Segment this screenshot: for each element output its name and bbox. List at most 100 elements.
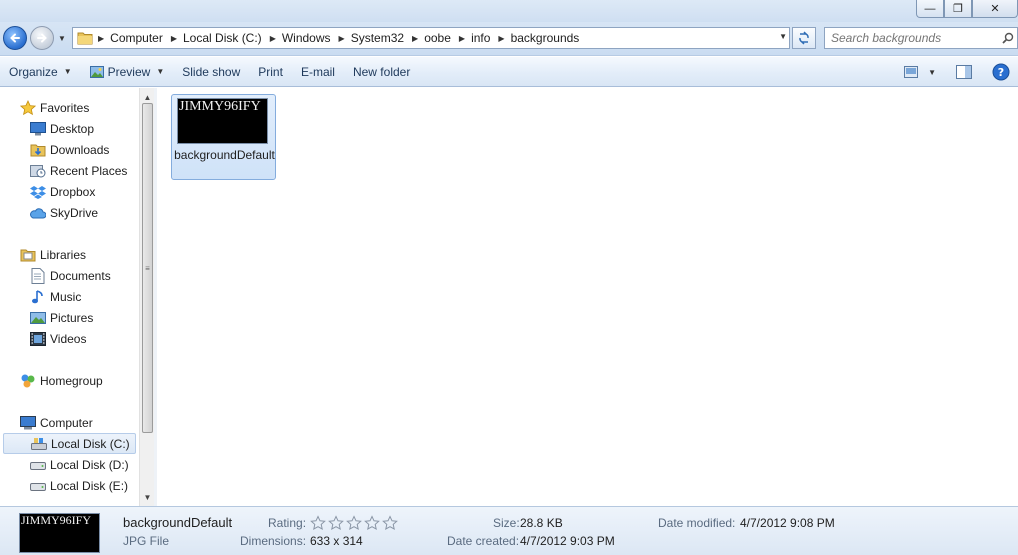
star-icon (20, 99, 36, 116)
view-options-dropdown[interactable]: ▼ (924, 60, 946, 84)
search-box[interactable] (824, 27, 1018, 49)
nav-recent-places[interactable]: Recent Places (30, 160, 127, 181)
dropbox-icon (30, 184, 46, 200)
nav-documents[interactable]: Documents (30, 265, 111, 286)
chevron-right-icon[interactable]: ▶ (498, 34, 504, 43)
breadcrumb-info[interactable]: info (467, 28, 494, 48)
nav-videos[interactable]: Videos (30, 328, 86, 349)
organize-button[interactable]: Organize ▼ (9, 60, 81, 84)
nav-computer-label: Computer (40, 415, 93, 430)
back-button[interactable] (3, 26, 27, 50)
scrollbar-thumb[interactable]: ≡ (142, 103, 153, 433)
libraries-icon (20, 247, 36, 263)
preview-button[interactable]: Preview ▼ (81, 60, 174, 84)
nav-desktop[interactable]: Desktop (30, 118, 94, 139)
breadcrumb-local-disk-c[interactable]: Local Disk (C:) (179, 28, 266, 48)
view-controls: ▼ ? (898, 57, 1018, 87)
star-outline-icon[interactable] (364, 515, 380, 531)
recent-places-icon (30, 163, 46, 179)
organize-label: Organize (9, 64, 58, 79)
nav-videos-label: Videos (50, 331, 87, 346)
chevron-right-icon[interactable]: ▶ (270, 34, 276, 43)
maximize-button[interactable]: ❐ (944, 0, 972, 18)
nav-local-disk-c[interactable]: Local Disk (C:) (3, 433, 136, 454)
breadcrumb-system32[interactable]: System32 (347, 28, 408, 48)
downloads-folder-icon (30, 142, 46, 158)
rating-stars[interactable] (310, 515, 398, 531)
breadcrumb-windows[interactable]: Windows (278, 28, 335, 48)
nav-dropbox[interactable]: Dropbox (30, 181, 95, 202)
nav-local-disk-d[interactable]: Local Disk (D:) (30, 454, 129, 475)
nav-homegroup[interactable]: Homegroup (20, 370, 103, 391)
nav-computer[interactable]: Computer (20, 412, 93, 433)
star-outline-icon[interactable] (328, 515, 344, 531)
search-input[interactable] (825, 29, 999, 47)
star-outline-icon[interactable] (310, 515, 326, 531)
desktop-icon (30, 121, 46, 137)
dimensions-value: 633 x 314 (310, 534, 363, 548)
chevron-right-icon[interactable]: ▶ (98, 34, 104, 43)
homegroup-icon (20, 373, 36, 389)
star-outline-icon[interactable] (382, 515, 398, 531)
file-item-background-default[interactable]: JIMMY96IFY backgroundDefault (171, 94, 276, 180)
rating-label: Rating: (268, 516, 307, 530)
minimize-button[interactable]: — (916, 0, 944, 18)
breadcrumb-computer[interactable]: Computer (106, 28, 167, 48)
chevron-right-icon[interactable]: ▶ (412, 34, 418, 43)
nav-local-disk-e[interactable]: Local Disk (E:) (30, 475, 128, 496)
nav-local-disk-d-label: Local Disk (D:) (50, 457, 129, 472)
svg-text:?: ? (998, 66, 1004, 79)
view-icon (904, 66, 919, 78)
refresh-button[interactable] (792, 27, 816, 49)
details-file-name: backgroundDefault (123, 515, 233, 530)
thumbnail-text: JIMMY96IFY (179, 99, 261, 114)
print-button[interactable]: Print (249, 60, 292, 84)
nav-documents-label: Documents (50, 268, 111, 283)
address-history-dropdown[interactable]: ▼ (779, 32, 787, 41)
chevron-down-icon: ▼ (63, 67, 72, 76)
recent-pages-dropdown[interactable]: ▼ (58, 34, 66, 43)
change-view-button[interactable] (898, 60, 924, 84)
nav-pictures-label: Pictures (50, 310, 94, 325)
chevron-right-icon[interactable]: ▶ (339, 34, 345, 43)
nav-downloads-label: Downloads (50, 142, 110, 157)
nav-libraries-label: Libraries (40, 247, 87, 262)
address-bar[interactable]: ▶ Computer ▶ Local Disk (C:) ▶ Windows ▶… (72, 27, 790, 49)
image-viewer-icon (89, 65, 104, 78)
nav-pictures[interactable]: Pictures (30, 307, 93, 328)
breadcrumb: ▶ Computer ▶ Local Disk (C:) ▶ Windows ▶… (94, 28, 583, 48)
slideshow-button[interactable]: Slide show (173, 60, 249, 84)
details-file-type: JPG File (123, 534, 170, 548)
nav-music[interactable]: Music (30, 286, 81, 307)
search-icon[interactable] (999, 32, 1017, 44)
details-thumbnail: JIMMY96IFY (19, 513, 100, 553)
nav-homegroup-label: Homegroup (40, 373, 103, 388)
new-folder-button[interactable]: New folder (344, 60, 419, 84)
details-pane: JIMMY96IFY backgroundDefault JPG File Ra… (0, 506, 1018, 555)
hard-drive-icon (30, 478, 46, 494)
nav-favorites[interactable]: Favorites (20, 97, 89, 118)
music-note-icon (30, 289, 46, 305)
close-button[interactable]: ✕ (972, 0, 1018, 18)
navigation-scrollbar[interactable]: ▲ ≡ ▼ (139, 88, 154, 506)
forward-button[interactable] (30, 26, 54, 50)
title-bar: — ❐ ✕ (0, 0, 1018, 22)
scroll-down-arrow-icon[interactable]: ▼ (140, 490, 155, 504)
breadcrumb-backgrounds[interactable]: backgrounds (507, 28, 584, 48)
chevron-right-icon[interactable]: ▶ (171, 34, 177, 43)
date-created-label: Date created: (447, 534, 520, 548)
documents-icon (30, 267, 46, 284)
preview-pane-button[interactable] (946, 60, 982, 84)
help-button[interactable]: ? (982, 60, 1018, 84)
chevron-down-icon: ▼ (156, 67, 165, 76)
scroll-up-arrow-icon[interactable]: ▲ (140, 90, 155, 104)
star-outline-icon[interactable] (346, 515, 362, 531)
nav-skydrive[interactable]: SkyDrive (30, 202, 98, 223)
email-button[interactable]: E-mail (292, 60, 344, 84)
caption-buttons: — ❐ ✕ (916, 0, 1018, 18)
nav-downloads[interactable]: Downloads (30, 139, 109, 160)
nav-recent-places-label: Recent Places (50, 163, 128, 178)
breadcrumb-oobe[interactable]: oobe (420, 28, 455, 48)
nav-libraries[interactable]: Libraries (20, 244, 86, 265)
chevron-right-icon[interactable]: ▶ (459, 34, 465, 43)
